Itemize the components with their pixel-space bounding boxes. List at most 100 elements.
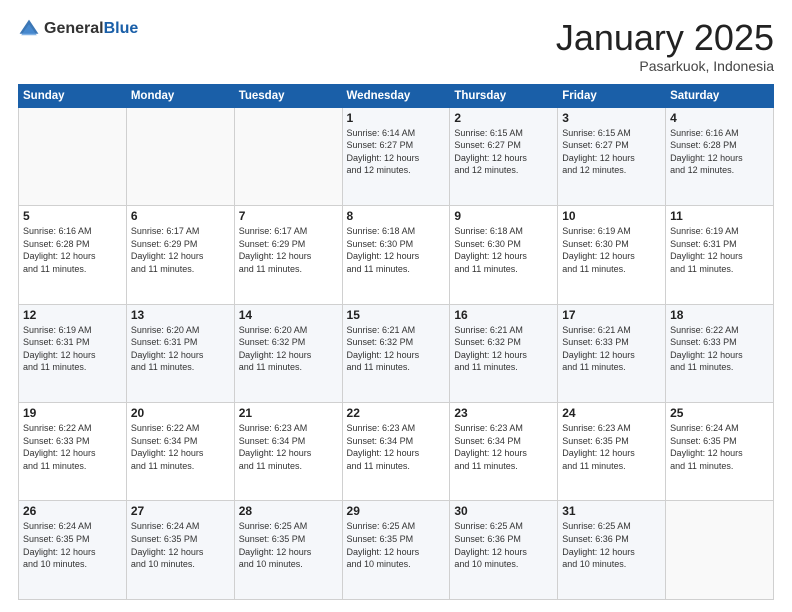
day-number: 15 xyxy=(347,308,446,322)
calendar-cell: 22 Sunrise: 6:23 AM Sunset: 6:34 PM Dayli… xyxy=(342,403,450,501)
day-detail: Sunrise: 6:15 AM Sunset: 6:27 PM Dayligh… xyxy=(454,127,553,177)
header-saturday: Saturday xyxy=(666,84,774,107)
day-detail: Sunrise: 6:25 AM Sunset: 6:35 PM Dayligh… xyxy=(239,520,338,570)
calendar-cell xyxy=(234,107,342,205)
day-detail: Sunrise: 6:23 AM Sunset: 6:34 PM Dayligh… xyxy=(454,422,553,472)
calendar-week-row: 12Sunrise: 6:19 AM Sunset: 6:31 PM Dayli… xyxy=(19,304,774,402)
day-number: 10 xyxy=(562,209,661,223)
calendar-table: SundayMondayTuesdayWednesdayThursdayFrid… xyxy=(18,84,774,600)
day-number: 22 xyxy=(347,406,446,420)
header-monday: Monday xyxy=(126,84,234,107)
day-number: 16 xyxy=(454,308,553,322)
calendar-cell xyxy=(666,501,774,600)
calendar-cell: 5 Sunrise: 6:16 AM Sunset: 6:28 PM Daylig… xyxy=(19,206,127,304)
day-detail: Sunrise: 6:20 AM Sunset: 6:31 PM Dayligh… xyxy=(131,324,230,374)
calendar-cell: 12Sunrise: 6:19 AM Sunset: 6:31 PM Dayli… xyxy=(19,304,127,402)
calendar-cell: 7 Sunrise: 6:17 AM Sunset: 6:29 PM Daylig… xyxy=(234,206,342,304)
calendar-week-row: 5 Sunrise: 6:16 AM Sunset: 6:28 PM Daylig… xyxy=(19,206,774,304)
day-number: 17 xyxy=(562,308,661,322)
day-number: 23 xyxy=(454,406,553,420)
day-number: 18 xyxy=(670,308,769,322)
day-number: 20 xyxy=(131,406,230,420)
calendar-cell: 30 Sunrise: 6:25 AM Sunset: 6:36 PM Dayli… xyxy=(450,501,558,600)
calendar-week-row: 26 Sunrise: 6:24 AM Sunset: 6:35 PM Dayli… xyxy=(19,501,774,600)
day-detail: Sunrise: 6:19 AM Sunset: 6:30 PM Dayligh… xyxy=(562,225,661,275)
title-location: Pasarkuok, Indonesia xyxy=(556,58,774,74)
calendar-cell: 28 Sunrise: 6:25 AM Sunset: 6:35 PM Dayli… xyxy=(234,501,342,600)
day-number: 7 xyxy=(239,209,338,223)
calendar-cell: 31 Sunrise: 6:25 AM Sunset: 6:36 PM Dayli… xyxy=(558,501,666,600)
page: GeneralBlue January 2025 Pasarkuok, Indo… xyxy=(0,0,792,612)
day-detail: Sunrise: 6:16 AM Sunset: 6:28 PM Dayligh… xyxy=(23,225,122,275)
day-number: 5 xyxy=(23,209,122,223)
calendar-cell: 13 Sunrise: 6:20 AM Sunset: 6:31 PM Dayli… xyxy=(126,304,234,402)
calendar-cell: 14 Sunrise: 6:20 AM Sunset: 6:32 PM Dayli… xyxy=(234,304,342,402)
day-detail: Sunrise: 6:25 AM Sunset: 6:36 PM Dayligh… xyxy=(454,520,553,570)
day-detail: Sunrise: 6:25 AM Sunset: 6:36 PM Dayligh… xyxy=(562,520,661,570)
day-number: 6 xyxy=(131,209,230,223)
day-number: 2 xyxy=(454,111,553,125)
day-number: 19 xyxy=(23,406,122,420)
day-number: 31 xyxy=(562,504,661,518)
day-number: 25 xyxy=(670,406,769,420)
calendar-cell: 10 Sunrise: 6:19 AM Sunset: 6:30 PM Dayli… xyxy=(558,206,666,304)
day-number: 26 xyxy=(23,504,122,518)
day-detail: Sunrise: 6:17 AM Sunset: 6:29 PM Dayligh… xyxy=(239,225,338,275)
day-detail: Sunrise: 6:23 AM Sunset: 6:34 PM Dayligh… xyxy=(239,422,338,472)
header: GeneralBlue January 2025 Pasarkuok, Indo… xyxy=(18,18,774,74)
calendar-week-row: 1 Sunrise: 6:14 AM Sunset: 6:27 PM Daylig… xyxy=(19,107,774,205)
calendar-cell: 21 Sunrise: 6:23 AM Sunset: 6:34 PM Dayli… xyxy=(234,403,342,501)
day-detail: Sunrise: 6:21 AM Sunset: 6:32 PM Dayligh… xyxy=(347,324,446,374)
calendar-cell: 2 Sunrise: 6:15 AM Sunset: 6:27 PM Daylig… xyxy=(450,107,558,205)
calendar-cell: 4 Sunrise: 6:16 AM Sunset: 6:28 PM Daylig… xyxy=(666,107,774,205)
calendar-cell: 3Sunrise: 6:15 AM Sunset: 6:27 PM Daylig… xyxy=(558,107,666,205)
day-number: 11 xyxy=(670,209,769,223)
logo-icon xyxy=(18,18,40,40)
day-detail: Sunrise: 6:20 AM Sunset: 6:32 PM Dayligh… xyxy=(239,324,338,374)
calendar-cell: 11 Sunrise: 6:19 AM Sunset: 6:31 PM Dayli… xyxy=(666,206,774,304)
day-detail: Sunrise: 6:24 AM Sunset: 6:35 PM Dayligh… xyxy=(23,520,122,570)
day-detail: Sunrise: 6:15 AM Sunset: 6:27 PM Dayligh… xyxy=(562,127,661,177)
day-number: 9 xyxy=(454,209,553,223)
day-detail: Sunrise: 6:18 AM Sunset: 6:30 PM Dayligh… xyxy=(454,225,553,275)
calendar-cell: 20Sunrise: 6:22 AM Sunset: 6:34 PM Dayli… xyxy=(126,403,234,501)
calendar-cell: 6 Sunrise: 6:17 AM Sunset: 6:29 PM Daylig… xyxy=(126,206,234,304)
header-thursday: Thursday xyxy=(450,84,558,107)
day-number: 14 xyxy=(239,308,338,322)
day-number: 13 xyxy=(131,308,230,322)
calendar-cell: 27Sunrise: 6:24 AM Sunset: 6:35 PM Dayli… xyxy=(126,501,234,600)
day-detail: Sunrise: 6:17 AM Sunset: 6:29 PM Dayligh… xyxy=(131,225,230,275)
day-detail: Sunrise: 6:23 AM Sunset: 6:34 PM Dayligh… xyxy=(347,422,446,472)
header-friday: Friday xyxy=(558,84,666,107)
calendar-cell: 18 Sunrise: 6:22 AM Sunset: 6:33 PM Dayli… xyxy=(666,304,774,402)
day-number: 1 xyxy=(347,111,446,125)
day-number: 28 xyxy=(239,504,338,518)
calendar-cell: 1 Sunrise: 6:14 AM Sunset: 6:27 PM Daylig… xyxy=(342,107,450,205)
day-detail: Sunrise: 6:22 AM Sunset: 6:33 PM Dayligh… xyxy=(670,324,769,374)
day-number: 21 xyxy=(239,406,338,420)
calendar-week-row: 19Sunrise: 6:22 AM Sunset: 6:33 PM Dayli… xyxy=(19,403,774,501)
day-detail: Sunrise: 6:23 AM Sunset: 6:35 PM Dayligh… xyxy=(562,422,661,472)
day-number: 30 xyxy=(454,504,553,518)
calendar-cell: 29 Sunrise: 6:25 AM Sunset: 6:35 PM Dayli… xyxy=(342,501,450,600)
title-area: January 2025 Pasarkuok, Indonesia xyxy=(556,18,774,74)
day-detail: Sunrise: 6:25 AM Sunset: 6:35 PM Dayligh… xyxy=(347,520,446,570)
calendar-cell: 9 Sunrise: 6:18 AM Sunset: 6:30 PM Daylig… xyxy=(450,206,558,304)
calendar-cell: 19Sunrise: 6:22 AM Sunset: 6:33 PM Dayli… xyxy=(19,403,127,501)
day-number: 24 xyxy=(562,406,661,420)
day-detail: Sunrise: 6:19 AM Sunset: 6:31 PM Dayligh… xyxy=(670,225,769,275)
day-number: 29 xyxy=(347,504,446,518)
calendar-cell: 17Sunrise: 6:21 AM Sunset: 6:33 PM Dayli… xyxy=(558,304,666,402)
day-detail: Sunrise: 6:18 AM Sunset: 6:30 PM Dayligh… xyxy=(347,225,446,275)
day-detail: Sunrise: 6:21 AM Sunset: 6:32 PM Dayligh… xyxy=(454,324,553,374)
day-detail: Sunrise: 6:24 AM Sunset: 6:35 PM Dayligh… xyxy=(670,422,769,472)
calendar-header-row: SundayMondayTuesdayWednesdayThursdayFrid… xyxy=(19,84,774,107)
day-number: 8 xyxy=(347,209,446,223)
calendar-cell xyxy=(126,107,234,205)
calendar-cell: 15 Sunrise: 6:21 AM Sunset: 6:32 PM Dayli… xyxy=(342,304,450,402)
calendar-cell: 24 Sunrise: 6:23 AM Sunset: 6:35 PM Dayli… xyxy=(558,403,666,501)
day-detail: Sunrise: 6:19 AM Sunset: 6:31 PM Dayligh… xyxy=(23,324,122,374)
day-detail: Sunrise: 6:14 AM Sunset: 6:27 PM Dayligh… xyxy=(347,127,446,177)
day-detail: Sunrise: 6:16 AM Sunset: 6:28 PM Dayligh… xyxy=(670,127,769,177)
day-number: 4 xyxy=(670,111,769,125)
